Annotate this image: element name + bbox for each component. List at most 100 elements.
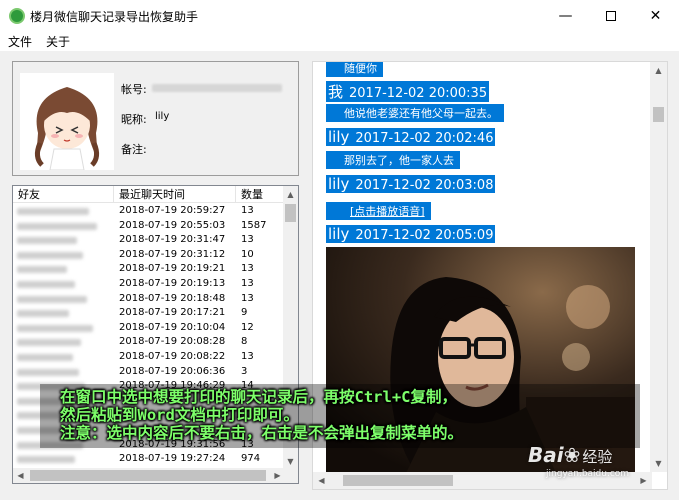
scroll-thumb[interactable] bbox=[30, 470, 266, 481]
avatar bbox=[20, 73, 114, 170]
scroll-corner bbox=[283, 468, 298, 483]
caption-line: 在窗口中选中想要打印的聊天记录后，再按Ctrl+C复制， bbox=[60, 388, 457, 406]
column-header-count[interactable]: 数量 bbox=[236, 186, 285, 203]
table-row[interactable]: 2018-07-19 20:31:12 10 bbox=[13, 248, 285, 263]
message-sender: lily bbox=[328, 128, 350, 146]
scroll-down-icon[interactable]: ▼ bbox=[650, 455, 667, 472]
friend-name-blurred bbox=[17, 310, 69, 318]
chat-message-header: lily 2017-12-02 20:02:46 bbox=[326, 128, 496, 146]
table-row[interactable]: 2018-07-19 20:59:27 13 bbox=[13, 204, 285, 219]
column-header-friend[interactable]: 好友 bbox=[13, 186, 114, 203]
message-count: 13 bbox=[241, 205, 254, 216]
last-chat-time: 2018-07-19 20:06:36 bbox=[119, 365, 226, 377]
message-sender: lily bbox=[328, 175, 350, 193]
message-count: 13 bbox=[241, 234, 254, 246]
chat-message: 随便你 bbox=[326, 62, 383, 77]
app-logo-icon bbox=[9, 8, 25, 24]
menu-bar: 文件 关于 bbox=[0, 31, 679, 51]
play-voice-link[interactable]: [点击播放语音] bbox=[350, 205, 425, 218]
message-count: 13 bbox=[241, 292, 254, 304]
minimize-icon: — bbox=[558, 7, 573, 24]
scroll-left-icon[interactable]: ◀ bbox=[313, 472, 330, 489]
table-row[interactable]: 2018-07-19 20:10:04 12 bbox=[13, 321, 285, 336]
table-row[interactable]: 2018-07-19 20:17:21 9 bbox=[13, 306, 285, 321]
account-label: 帐号: bbox=[121, 83, 147, 96]
friends-horizontal-scrollbar[interactable]: ◀ ▶ bbox=[13, 468, 285, 483]
chat-message: 他说他老婆还有他父母一起去。 bbox=[326, 104, 504, 122]
table-row[interactable]: 2018-07-19 20:19:13 13 bbox=[13, 277, 285, 292]
scroll-right-icon[interactable]: ▶ bbox=[635, 472, 652, 489]
baidu-watermark: Bai❀ 经验 jingyan.baidu.com bbox=[528, 443, 629, 479]
friend-name-blurred bbox=[17, 324, 93, 332]
table-row[interactable]: 2018-07-19 20:08:28 8 bbox=[13, 335, 285, 350]
paw-icon: ❀ bbox=[563, 443, 581, 467]
message-count: 8 bbox=[241, 336, 248, 348]
table-row[interactable]: 2018-07-19 20:08:22 13 bbox=[13, 350, 285, 365]
table-row[interactable]: 2018-07-19 20:55:03 1587 bbox=[13, 219, 285, 234]
last-chat-time: 2018-07-19 20:19:13 bbox=[119, 277, 226, 289]
friend-name-blurred bbox=[17, 353, 73, 361]
friend-name-blurred bbox=[17, 222, 97, 230]
last-chat-time: 2018-07-19 20:08:22 bbox=[119, 350, 226, 362]
instruction-caption: 在窗口中选中想要打印的聊天记录后，再按Ctrl+C复制， 然后粘贴到Word文档… bbox=[60, 388, 463, 442]
column-header-last-time[interactable]: 最近聊天时间 bbox=[114, 186, 236, 203]
friend-name-blurred bbox=[17, 251, 83, 259]
last-chat-time: 2018-07-19 20:08:28 bbox=[119, 336, 226, 348]
message-sender: 我 bbox=[328, 83, 344, 101]
friend-name-blurred bbox=[17, 266, 67, 274]
watermark-url: jingyan.baidu.com bbox=[546, 469, 630, 479]
scroll-up-icon[interactable]: ▲ bbox=[650, 62, 667, 79]
maximize-icon bbox=[605, 10, 616, 21]
nickname-value: lily bbox=[155, 111, 170, 122]
watermark-subtitle: 经验 bbox=[582, 448, 613, 466]
list-header: 好友 最近聊天时间 数量 bbox=[13, 186, 285, 203]
menu-about[interactable]: 关于 bbox=[46, 33, 70, 50]
table-row[interactable]: 2018-07-19 20:18:48 13 bbox=[13, 292, 285, 307]
chat-message: 那别去了，他一家人去 bbox=[326, 151, 460, 169]
last-chat-time: 2018-07-19 19:27:24 bbox=[119, 453, 226, 465]
last-chat-time: 2018-07-19 20:55:03 bbox=[119, 219, 226, 231]
message-count: 3 bbox=[241, 365, 248, 377]
friend-name-blurred bbox=[17, 208, 89, 215]
nickname-label: 昵称: bbox=[121, 113, 147, 126]
maximize-button[interactable] bbox=[588, 0, 633, 31]
friend-name-blurred bbox=[17, 237, 77, 245]
minimize-button[interactable]: — bbox=[543, 0, 588, 31]
window-title: 楼月微信聊天记录导出恢复助手 bbox=[30, 10, 199, 24]
last-chat-time: 2018-07-19 20:59:27 bbox=[119, 205, 226, 216]
message-timestamp: 2017-12-02 20:00:35 bbox=[349, 86, 488, 101]
table-row[interactable]: 2018-07-19 20:06:36 3 bbox=[13, 365, 285, 380]
table-row[interactable]: 2018-07-19 19:27:24 974 bbox=[13, 452, 285, 467]
message-count: 974 bbox=[241, 453, 261, 465]
last-chat-time: 2018-07-19 20:10:04 bbox=[119, 321, 226, 333]
table-row[interactable]: 2018-07-19 20:31:47 13 bbox=[13, 233, 285, 248]
message-count: 13 bbox=[241, 277, 254, 289]
message-timestamp: 2017-12-02 20:02:46 bbox=[355, 131, 494, 146]
table-row[interactable]: 2018-07-19 20:19:21 13 bbox=[13, 262, 285, 277]
chat-message-header: lily 2017-12-02 20:03:08 bbox=[326, 175, 496, 193]
message-sender: lily bbox=[328, 225, 350, 243]
last-chat-time: 2018-07-19 20:19:21 bbox=[119, 263, 226, 275]
last-chat-time: 2018-07-19 20:31:47 bbox=[119, 234, 226, 246]
menu-file[interactable]: 文件 bbox=[8, 33, 32, 50]
friend-name-blurred bbox=[17, 339, 81, 347]
scroll-left-icon[interactable]: ◀ bbox=[13, 468, 28, 483]
caption-line: 注意：选中内容后不要右击，右击是不会弹出复制菜单的。 bbox=[60, 424, 464, 442]
chat-vertical-scrollbar[interactable]: ▲ ▼ bbox=[650, 62, 667, 472]
chat-message-header: 我 2017-12-02 20:00:35 bbox=[326, 81, 490, 102]
message-count: 9 bbox=[241, 307, 248, 319]
chat-message-header: lily 2017-12-02 20:05:09 bbox=[326, 225, 496, 243]
message-count: 12 bbox=[241, 321, 254, 333]
title-bar[interactable]: 楼月微信聊天记录导出恢复助手 — ✕ bbox=[0, 0, 679, 31]
message-timestamp: 2017-12-02 20:03:08 bbox=[355, 178, 494, 193]
message-count: 13 bbox=[241, 350, 254, 362]
scroll-thumb[interactable] bbox=[343, 475, 453, 486]
scroll-thumb[interactable] bbox=[285, 204, 296, 222]
last-chat-time: 2018-07-19 20:31:12 bbox=[119, 248, 226, 260]
scroll-thumb[interactable] bbox=[653, 107, 664, 122]
watermark-logo: Bai bbox=[528, 443, 564, 467]
scroll-up-icon[interactable]: ▲ bbox=[283, 186, 298, 203]
close-button[interactable]: ✕ bbox=[633, 0, 678, 31]
profile-panel: 帐号: 昵称: lily 备注: bbox=[12, 61, 299, 176]
friend-name-blurred bbox=[17, 456, 75, 464]
